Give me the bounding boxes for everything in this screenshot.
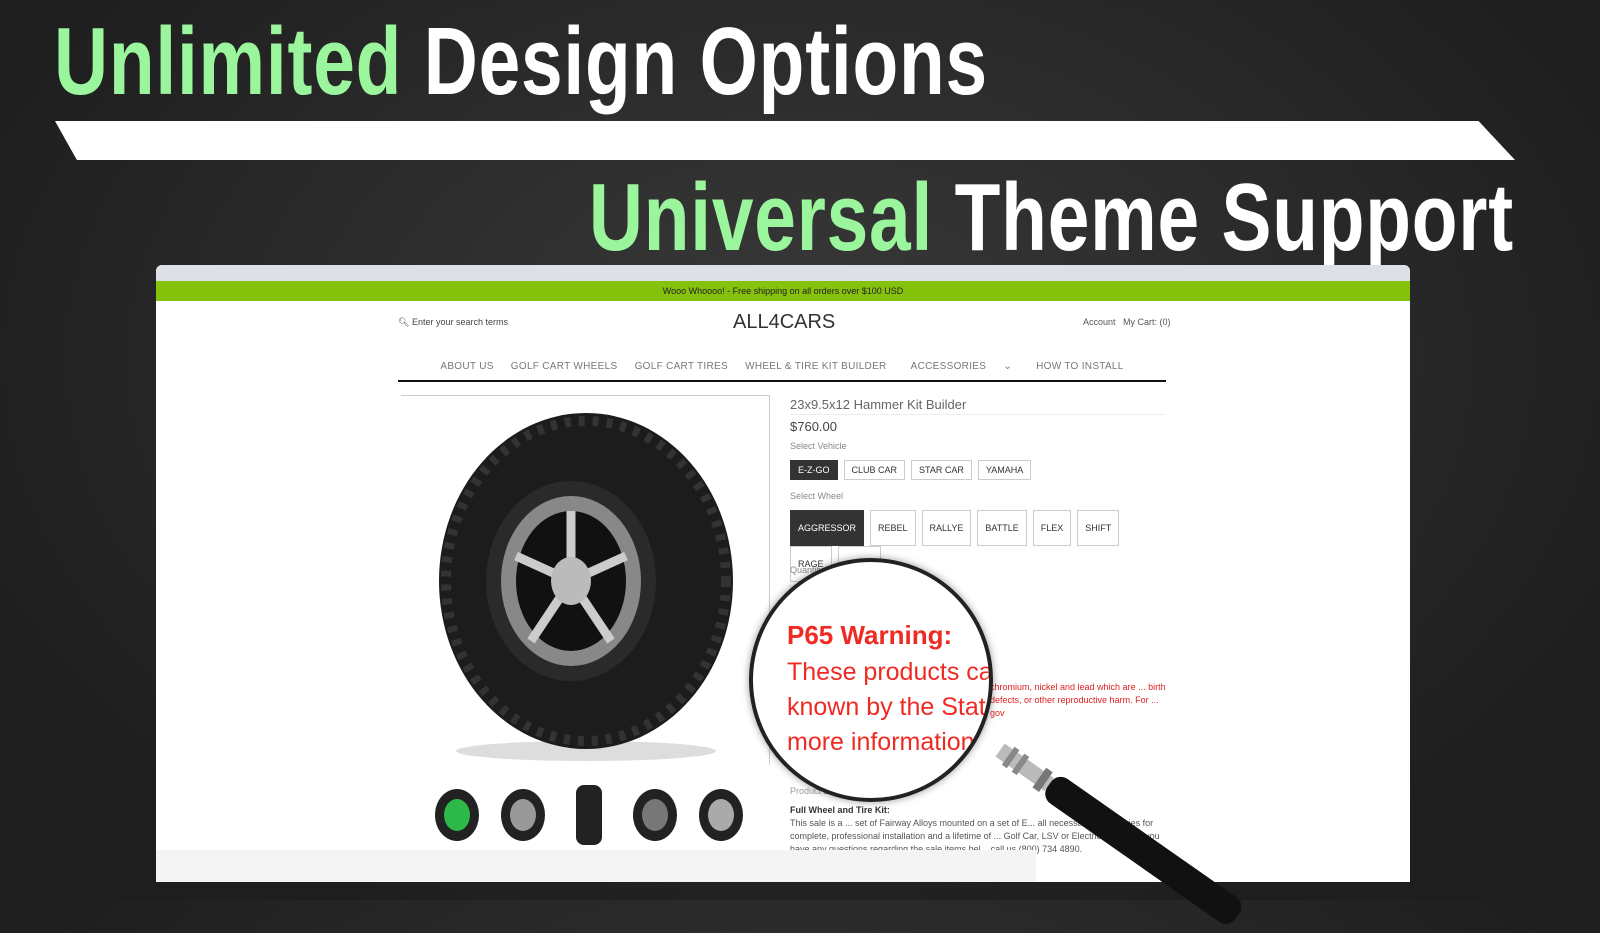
browser-chrome [156,265,1410,281]
headline-bottom: Universal Theme Support [588,164,1514,271]
vehicle-option[interactable]: CLUB CAR [843,460,906,480]
vehicle-option[interactable]: YAMAHA [977,460,1032,480]
headline-top: Unlimited Design Options [54,8,988,115]
nav-install[interactable]: HOW TO INSTALL [1036,361,1124,372]
thumbnail[interactable] [629,785,681,845]
page-fade [156,850,1036,882]
wheel-label: Select Wheel [790,491,844,501]
magnifier-lens: P65 Warning: These products can known by… [749,558,993,802]
wheel-option[interactable]: SHIFT [1077,510,1120,546]
tire-image [439,413,733,761]
vehicle-option[interactable]: E-Z-GO [790,460,838,480]
divider-stripe [55,121,1515,160]
promo-bar: Wooo Whoooo! - Free shipping on all orde… [156,281,1410,301]
thumbnail[interactable] [497,785,549,845]
cart-link[interactable]: My Cart: (0) [1123,317,1171,327]
store-logo[interactable]: ALL4CARS [733,311,835,334]
nav-divider [398,380,1166,382]
wheel-option[interactable]: REBEL [870,510,916,546]
nav-about[interactable]: ABOUT US [440,361,493,372]
search-icon: 🔍︎ [398,317,410,327]
main-nav: ABOUT US GOLF CART WHEELS GOLF CART TIRE… [398,361,1166,372]
wheel-option[interactable]: FLEX [1032,510,1072,546]
account-link[interactable]: Account [1083,317,1116,327]
product-price: $760.00 [790,419,837,434]
wheel-option[interactable]: BATTLE [977,510,1027,546]
chevron-down-icon: ⌄ [1003,361,1012,372]
product-title: 23x9.5x12 Hammer Kit Builder [790,397,1166,415]
search-input[interactable]: 🔍︎ Enter your search terms [398,317,508,328]
vehicle-label: Select Vehicle [790,441,847,451]
thumbnail[interactable] [563,785,615,845]
store-preview-window: Wooo Whoooo! - Free shipping on all orde… [156,265,1410,882]
nav-wheels[interactable]: GOLF CART WHEELS [511,361,618,372]
nav-kit-builder[interactable]: WHEEL & TIRE KIT BUILDER [745,361,887,372]
product-image [401,395,770,765]
account-links: Account My Cart: (0) [1083,317,1171,327]
vehicle-option[interactable]: STAR CAR [911,460,972,480]
thumbnail-strip [431,785,747,845]
vehicle-options: E-Z-GO CLUB CAR STAR CAR YAMAHA [790,460,1037,480]
nav-tires[interactable]: GOLF CART TIRES [635,361,728,372]
wheel-option[interactable]: AGGRESSOR [790,510,865,546]
thumbnail[interactable] [431,785,483,845]
nav-accessories[interactable]: ACCESSORIES ⌄ [904,361,1019,372]
wheel-option[interactable]: RALLYE [921,510,972,546]
thumbnail[interactable] [695,785,747,845]
